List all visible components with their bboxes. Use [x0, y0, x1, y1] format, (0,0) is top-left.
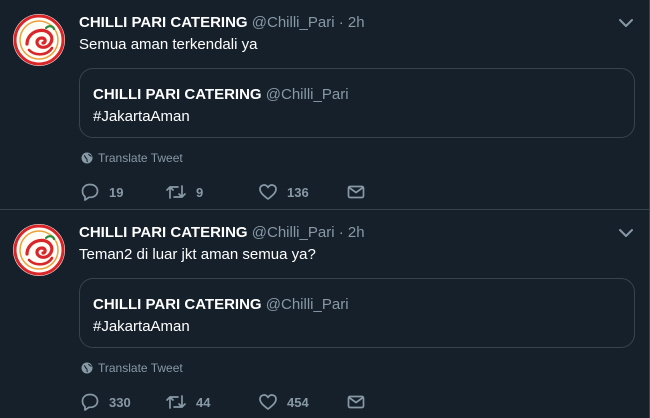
reply-button[interactable]: 330 [80, 392, 131, 412]
tweet-time[interactable]: 2h [348, 14, 365, 31]
tweet-text: Teman2 di luar jkt aman semua ya? [79, 246, 316, 263]
reply-icon [81, 393, 99, 411]
quoted-tweet[interactable]: CHILLI PARI CATERING @Chilli_Pari #Jakar… [79, 68, 635, 138]
author-name[interactable]: CHILLI PARI CATERING [79, 14, 248, 31]
tweet-header: CHILLI PARI CATERING @Chilli_Pari · 2h [79, 13, 365, 33]
avatar[interactable] [13, 14, 65, 66]
reply-count: 330 [109, 394, 131, 410]
quoted-author-handle: @Chilli_Pari [265, 296, 349, 313]
tweet-time[interactable]: 2h [348, 224, 365, 241]
quoted-author-name: CHILLI PARI CATERING [93, 86, 262, 103]
author-handle[interactable]: @Chilli_Pari [252, 224, 335, 241]
quoted-tweet[interactable]: CHILLI PARI CATERING @Chilli_Pari #Jakar… [79, 278, 635, 348]
tweet-text: Semua aman terkendali ya [79, 36, 258, 53]
heart-icon [259, 184, 277, 200]
heart-icon [259, 394, 277, 410]
retweet-count: 9 [196, 184, 204, 200]
retweet-button[interactable]: 9 [165, 182, 203, 202]
retweet-icon [166, 395, 186, 409]
separator-dot: · [338, 14, 344, 31]
retweet-count: 44 [196, 394, 211, 410]
separator-dot: · [338, 224, 344, 241]
translate-tweet-link[interactable]: Translate Tweet [81, 360, 183, 376]
author-handle[interactable]: @Chilli_Pari [252, 14, 335, 31]
retweet-icon [166, 185, 186, 199]
chilli-pari-logo-icon [13, 224, 65, 276]
like-button[interactable]: 454 [258, 392, 309, 412]
chevron-down-icon[interactable] [617, 14, 635, 32]
like-count: 136 [287, 184, 309, 200]
quoted-tweet-header: CHILLI PARI CATERING @Chilli_Pari [93, 85, 349, 105]
quoted-author-name: CHILLI PARI CATERING [93, 296, 262, 313]
quoted-tweet-header: CHILLI PARI CATERING @Chilli_Pari [93, 295, 349, 315]
tweet-header: CHILLI PARI CATERING @Chilli_Pari · 2h [79, 223, 365, 243]
reply-button[interactable]: 19 [80, 182, 123, 202]
reply-count: 19 [109, 184, 124, 200]
translate-tweet-label: Translate Tweet [98, 361, 183, 375]
quoted-tweet-text: #JakartaAman [93, 108, 190, 125]
translate-tweet-label: Translate Tweet [98, 151, 183, 165]
retweet-button[interactable]: 44 [165, 392, 210, 412]
direct-message-button[interactable] [346, 392, 366, 412]
quoted-author-handle: @Chilli_Pari [265, 86, 349, 103]
tweet-actions: 330 44 454 [80, 392, 380, 414]
like-count: 454 [287, 394, 309, 410]
like-button[interactable]: 136 [258, 182, 309, 202]
globe-icon [81, 362, 93, 374]
reply-icon [81, 183, 99, 201]
direct-message-button[interactable] [346, 182, 366, 202]
chilli-pari-logo-icon [13, 14, 65, 66]
avatar[interactable] [13, 224, 65, 276]
tweet[interactable]: CHILLI PARI CATERING @Chilli_Pari · 2h T… [0, 210, 650, 418]
globe-icon [81, 152, 93, 164]
chevron-down-icon[interactable] [617, 224, 635, 242]
translate-tweet-link[interactable]: Translate Tweet [81, 150, 183, 166]
envelope-icon [347, 185, 365, 199]
tweet-actions: 19 9 136 [80, 182, 380, 204]
envelope-icon [347, 395, 365, 409]
quoted-tweet-text: #JakartaAman [93, 318, 190, 335]
tweet[interactable]: CHILLI PARI CATERING @Chilli_Pari · 2h S… [0, 0, 650, 210]
author-name[interactable]: CHILLI PARI CATERING [79, 224, 248, 241]
